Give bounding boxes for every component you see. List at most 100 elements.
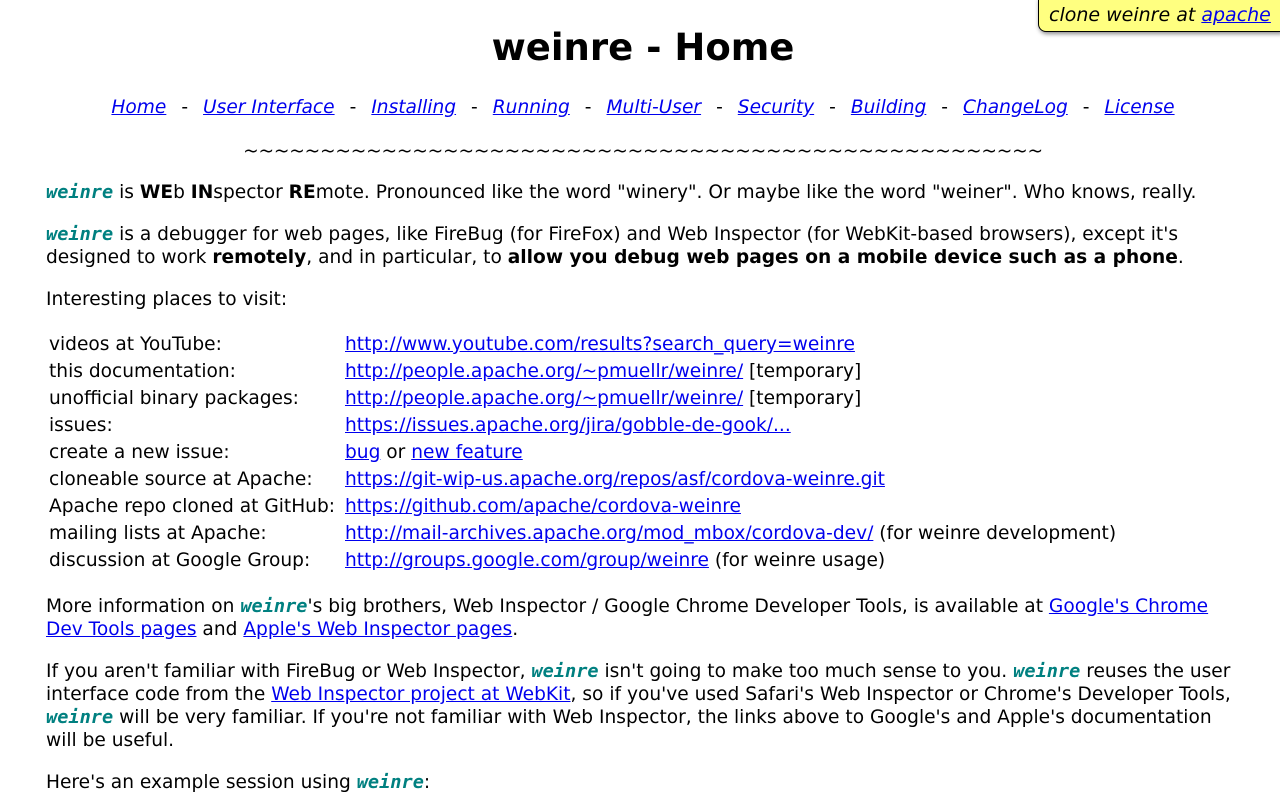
nav-running[interactable]: Running: [493, 97, 570, 118]
familiar-text: If you aren't familiar with FireBug or W…: [46, 661, 532, 682]
place-label: videos at YouTube:: [49, 334, 222, 355]
place-link[interactable]: http://people.apache.org/~pmuellr/weinre…: [345, 361, 743, 382]
nav-separator: -: [829, 97, 836, 118]
brand-name: weinre: [531, 661, 599, 682]
place-label: this documentation:: [49, 361, 236, 382]
place-value: http://people.apache.org/~pmuellr/weinre…: [345, 385, 1116, 412]
nav-user-interface[interactable]: User Interface: [203, 97, 335, 118]
place-link[interactable]: https://github.com/apache/cordova-weinre: [345, 496, 741, 517]
more-text: More information on: [46, 596, 241, 617]
desc-bold: remotely: [212, 247, 307, 268]
place-label: cloneable source at Apache:: [49, 469, 313, 490]
new-feature-link[interactable]: new feature: [411, 442, 522, 463]
intro-text: is: [113, 182, 140, 203]
table-row: discussion at Google Group: http://group…: [49, 547, 1116, 574]
brand-name: weinre: [46, 707, 114, 728]
page-title: weinre - Home: [491, 26, 795, 69]
intro-paragraph: weinre is WEb INspector REmote. Pronounc…: [46, 181, 1240, 204]
example-paragraph: Here's an example session using weinre:: [46, 771, 1240, 794]
table-row: this documentation: http://people.apache…: [49, 358, 1116, 385]
place-label: create a new issue:: [49, 442, 230, 463]
more-text: and: [196, 619, 244, 640]
nav-separator: -: [1082, 97, 1090, 118]
place-link[interactable]: http://people.apache.org/~pmuellr/weinre…: [345, 388, 743, 409]
nav-changelog[interactable]: ChangeLog: [963, 97, 1068, 118]
ribbon-apache-link[interactable]: apache: [1201, 4, 1271, 26]
desc-text: , and in particular, to: [306, 247, 508, 268]
example-text: :: [423, 772, 431, 793]
place-label: Apache repo cloned at GitHub:: [49, 496, 336, 517]
intro-text: spector: [213, 182, 289, 203]
brand-name: weinre: [240, 596, 308, 617]
more-text: .: [512, 619, 519, 640]
nav-separator: -: [716, 97, 723, 118]
place-value: http://www.youtube.com/results?search_qu…: [345, 331, 1116, 358]
familiar-text: , so if you've used Safari's Web Inspect…: [570, 684, 1231, 705]
table-row: videos at YouTube: http://www.youtube.co…: [49, 331, 1116, 358]
place-value: http://mail-archives.apache.org/mod_mbox…: [345, 520, 1116, 547]
bug-link[interactable]: bug: [345, 442, 380, 463]
place-label: discussion at Google Group:: [49, 550, 311, 571]
example-text: Here's an example session using: [46, 772, 357, 793]
place-note: (for weinre development): [873, 523, 1117, 544]
place-value: https://github.com/apache/cordova-weinre: [345, 493, 1116, 520]
table-row: cloneable source at Apache: https://git-…: [49, 466, 1116, 493]
place-value: bug or new feature: [345, 439, 1116, 466]
nav-security[interactable]: Security: [738, 97, 814, 118]
brand-name: weinre: [356, 772, 424, 793]
place-value: http://people.apache.org/~pmuellr/weinre…: [345, 358, 1116, 385]
brand-name: weinre: [46, 224, 114, 245]
table-row: issues: https://issues.apache.org/jira/g…: [49, 412, 1116, 439]
places-heading: Interesting places to visit:: [46, 289, 288, 310]
familiar-text: isn't going to make too much sense to yo…: [598, 661, 1014, 682]
place-note: [temporary]: [743, 361, 862, 382]
nav-multi-user[interactable]: Multi-User: [607, 97, 702, 118]
description-paragraph: weinre is a debugger for web pages, like…: [46, 223, 1240, 269]
table-row: Apache repo cloned at GitHub: https://gi…: [49, 493, 1116, 520]
table-row: unofficial binary packages: http://peopl…: [49, 385, 1116, 412]
nav-separator: -: [349, 97, 357, 118]
nav-separator: -: [181, 97, 189, 118]
intro-text: b: [173, 182, 191, 203]
table-row: create a new issue: bug or new feature: [49, 439, 1116, 466]
more-text: 's big brothers, Web Inspector / Google …: [307, 596, 1049, 617]
place-link[interactable]: http://www.youtube.com/results?search_qu…: [345, 334, 855, 355]
nav-separator: -: [941, 97, 949, 118]
nav-separator: -: [584, 97, 592, 118]
divider: ~~~~~~~~~~~~~~~~~~~~~~~~~~~~~~~~~~~~~~~~…: [243, 141, 1043, 162]
webkit-project-link[interactable]: Web Inspector project at WebKit: [271, 684, 570, 705]
place-note: or: [380, 442, 412, 463]
place-link[interactable]: http://mail-archives.apache.org/mod_mbox…: [345, 523, 873, 544]
more-info-paragraph: More information on weinre's big brother…: [46, 595, 1240, 641]
nav-license[interactable]: License: [1104, 97, 1174, 118]
intro-bold: IN: [190, 182, 214, 203]
brand-name: weinre: [1013, 661, 1081, 682]
nav-building[interactable]: Building: [851, 97, 926, 118]
desc-text: .: [1177, 247, 1184, 268]
nav-separator: -: [471, 97, 478, 118]
brand-name: weinre: [46, 182, 114, 203]
place-note: [temporary]: [743, 388, 862, 409]
desc-bold: allow you debug web pages on a mobile de…: [507, 247, 1178, 268]
ribbon-prefix: clone weinre at: [1049, 4, 1202, 26]
nav-installing[interactable]: Installing: [371, 97, 456, 118]
familiar-paragraph: If you aren't familiar with FireBug or W…: [46, 660, 1240, 752]
place-label: issues:: [49, 415, 113, 436]
top-nav: Home - User Interface - Installing - Running - M…: [46, 96, 1240, 119]
place-value: https://issues.apache.org/jira/gobble-de…: [345, 412, 1116, 439]
place-link[interactable]: https://git-wip-us.apache.org/repos/asf/…: [345, 469, 885, 490]
place-link[interactable]: https://issues.apache.org/jira/gobble-de…: [345, 415, 791, 436]
table-row: mailing lists at Apache: http://mail-arc…: [49, 520, 1116, 547]
place-label: mailing lists at Apache:: [49, 523, 267, 544]
intro-bold: RE: [288, 182, 316, 203]
intro-bold: WE: [139, 182, 174, 203]
place-value: https://git-wip-us.apache.org/repos/asf/…: [345, 466, 1116, 493]
intro-text: mote. Pronounced like the word "winery".…: [315, 182, 1197, 203]
place-note: (for weinre usage): [708, 550, 886, 571]
familiar-text: will be very familiar. If you're not fam…: [46, 707, 1212, 751]
place-link[interactable]: http://groups.google.com/group/weinre: [345, 550, 709, 571]
nav-home[interactable]: Home: [111, 97, 166, 118]
apple-web-inspector-link[interactable]: Apple's Web Inspector pages: [243, 619, 512, 640]
place-label: unofficial binary packages:: [49, 388, 299, 409]
places-table: videos at YouTube: http://www.youtube.co…: [49, 331, 1116, 574]
